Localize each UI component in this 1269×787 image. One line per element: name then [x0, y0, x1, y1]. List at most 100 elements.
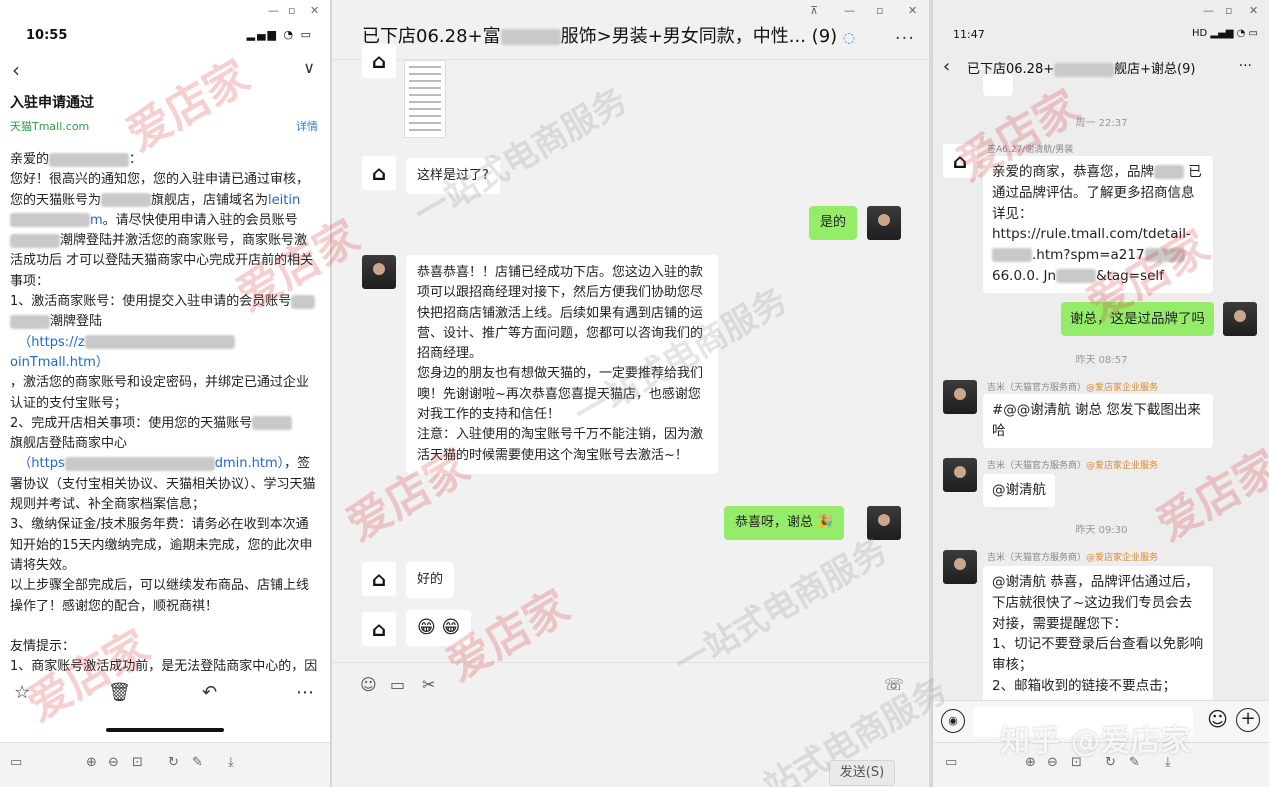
message-paragraph: 注意：入驻使用的淘宝账号千万不能注销，因为激活天猫的时候需要使用这个淘宝账号去激… [417, 427, 704, 463]
back-icon[interactable]: ‹ [943, 56, 950, 77]
phone-icon[interactable]: ☏ [884, 675, 904, 694]
avatar[interactable] [867, 206, 901, 240]
timestamp: 昨天 08:57 [1075, 355, 1128, 366]
zoom-out-icon[interactable]: ⊖ [1047, 755, 1058, 770]
activation-link[interactable]: （https://z [18, 335, 84, 350]
maximize-icon[interactable]: ▫ [876, 4, 883, 17]
avatar[interactable] [867, 506, 901, 540]
sender-org: @爱店家企业服务 [1086, 553, 1159, 563]
avatar[interactable]: ⌂ [362, 612, 396, 646]
rotate-icon[interactable]: ↻ [1105, 755, 1116, 770]
star-icon[interactable]: ☆ [14, 682, 30, 703]
minimize-icon[interactable]: — [1203, 4, 1214, 17]
zoom-in-icon[interactable]: ⊕ [86, 755, 97, 770]
edit-icon[interactable]: ✎ [192, 755, 203, 770]
sender-name: 签A6.27/谢清航/男装 [987, 145, 1074, 155]
body-text: 潮牌登陆 [50, 314, 103, 330]
avatar[interactable] [362, 255, 396, 289]
avatar[interactable]: ⌂ [362, 44, 396, 78]
avatar[interactable]: ⌂ [362, 562, 396, 596]
sender-name: 吉米（天猫官方服务商）@爱店家企业服务 [987, 458, 1158, 471]
message-bubble: 好的 [406, 562, 455, 599]
tips-heading: 友情提示： [10, 638, 76, 654]
redacted-account [291, 294, 316, 309]
reply-icon[interactable]: ↶ [202, 682, 217, 703]
download-icon[interactable]: ⤓ [228, 755, 234, 770]
avatar[interactable] [943, 458, 977, 492]
mobile-input-bar: ◉ ☺ + [933, 700, 1269, 742]
download-icon[interactable]: ⤓ [1165, 755, 1171, 770]
send-button[interactable]: 发送(S) [829, 760, 895, 786]
actual-size-icon[interactable]: ⊡ [132, 755, 143, 770]
email-sender[interactable]: 天猫Tmall.com [10, 118, 89, 134]
trash-icon[interactable]: 🗑 [108, 682, 131, 703]
screen-icon[interactable]: ▭ [945, 755, 957, 770]
minimize-icon[interactable]: — [844, 4, 855, 17]
sender-label: 吉米（天猫官方服务商） [987, 461, 1087, 471]
voice-icon[interactable]: ◉ [941, 709, 965, 733]
timestamp: 昨天 09:30 [1075, 525, 1128, 536]
detail-link[interactable]: 详情 [296, 118, 318, 134]
pin-icon[interactable]: ⊼ [810, 4, 818, 17]
more-icon[interactable]: ··· [895, 28, 915, 49]
close-icon[interactable]: ✕ [908, 4, 917, 17]
message-input[interactable] [973, 707, 1193, 737]
emoji-icon[interactable]: ☺ [1207, 707, 1228, 731]
domain-link[interactable]: leitin [268, 193, 300, 208]
chat-header: ⊼ — ▫ ✕ 已下店06.28+富 服饰>男装+男女同款，中性... (9) ◌… [332, 0, 929, 60]
emoji-icon[interactable]: ☺ [360, 675, 377, 694]
viewer-toolbar: ▭ ⊕ ⊖ ⊡ ↻ ✎ ⤓ [933, 742, 1269, 787]
document-thumbnail[interactable] [404, 60, 446, 138]
sender-name: 吉米（天猫官方服务商）@爱店家企业服务 [987, 550, 1158, 563]
email-action-bar: ☆ 🗑 ↶ ⋯ [0, 672, 330, 716]
message-text: 恭喜呀，谢总 [735, 515, 814, 530]
screen-icon[interactable]: ▭ [10, 755, 22, 770]
more-icon[interactable]: ⋯ [296, 682, 314, 703]
chat-toolbar: ☺ ▭ ✂ ☏ [332, 662, 929, 702]
edit-icon[interactable]: ✎ [1129, 755, 1140, 770]
activation-link[interactable]: oinTmall.htm） [10, 355, 109, 370]
plus-icon[interactable]: + [1236, 708, 1260, 732]
close-icon[interactable]: ✕ [1249, 4, 1258, 17]
message-bubble-self: 谢总，这是过品牌了吗 [1061, 302, 1214, 336]
maximize-icon[interactable]: ▫ [288, 4, 295, 17]
avatar[interactable] [943, 550, 977, 584]
message-input[interactable]: 发送(S) [332, 702, 929, 787]
message-paragraph: @谢清航 恭喜，品牌评估通过后，下店就很快了~这边我们专员会去对接，需要提醒您下… [992, 574, 1199, 632]
merchant-center-link[interactable]: （https [18, 456, 64, 471]
avatar[interactable]: ⌂ [362, 156, 396, 190]
avatar[interactable] [1223, 302, 1257, 336]
body-text: 。请尽快使用申请入驻的会员账号 [102, 212, 298, 228]
step-2: 2、完成开店相关事项：使用您的天猫账号 [10, 415, 253, 431]
chevron-down-icon[interactable]: ∨ [303, 58, 315, 77]
body-text: ，激活您的商家账号和设定密码，并绑定已通过企业认证的支付宝账号； [10, 375, 310, 411]
party-popper-icon: 🎉 [817, 515, 834, 530]
redacted-domain [10, 213, 90, 228]
back-icon[interactable]: ‹ [12, 58, 20, 82]
avatar[interactable]: ⌂ [943, 144, 977, 178]
zoom-out-icon[interactable]: ⊖ [108, 755, 119, 770]
close-icon[interactable]: ✕ [310, 4, 319, 17]
rotate-icon[interactable]: ↻ [168, 755, 179, 770]
email-navbar: ‹ ∨ [0, 58, 330, 84]
status-time: 10:55 [26, 28, 68, 43]
avatar[interactable] [943, 380, 977, 414]
merchant-center-link[interactable]: dmin.htm） [215, 456, 284, 471]
more-icon[interactable]: ··· [1239, 58, 1252, 74]
domain-link[interactable]: m [90, 213, 103, 228]
chat-title: 已下店06.28+富 服饰>男装+男女同款，中性... (9) ◌ [362, 22, 855, 48]
email-panel: — ▫ ✕ 10:55 ▂▄▆ ◔ ▭ ‹ ∨ 入驻申请通过 天猫Tmall.c… [0, 0, 331, 787]
redacted-url [992, 248, 1032, 263]
redacted-url [84, 335, 235, 350]
folder-icon[interactable]: ▭ [390, 675, 405, 694]
redacted-account [10, 233, 60, 248]
minimize-icon[interactable]: — [268, 4, 279, 17]
redacted-name [49, 152, 130, 167]
scissors-icon[interactable]: ✂ [422, 675, 435, 694]
message-text: 亲爱的商家，恭喜您，品牌 [992, 164, 1154, 180]
maximize-icon[interactable]: ▫ [1225, 4, 1232, 17]
actual-size-icon[interactable]: ⊡ [1071, 755, 1082, 770]
redacted-account [252, 416, 293, 431]
zoom-in-icon[interactable]: ⊕ [1025, 755, 1036, 770]
message-bubble: 这样是过了? [406, 158, 500, 195]
